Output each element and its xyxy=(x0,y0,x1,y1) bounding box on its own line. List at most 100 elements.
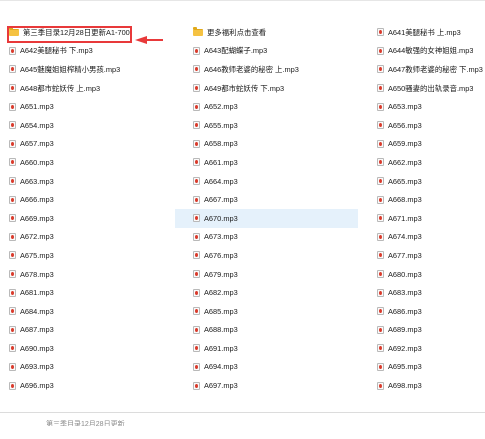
file-item[interactable]: A641美腿秘书 上.mp3 xyxy=(377,23,483,42)
file-row: A642美腿秘书 下.mp3 A643配蝴蝶子.mp3 A644敏强的女神姐姐.mp… xyxy=(0,42,485,61)
file-item[interactable]: A676.mp3 xyxy=(193,246,358,265)
mp3-file-icon xyxy=(9,84,16,93)
file-item[interactable]: A670.mp3 xyxy=(175,208,358,228)
file-name: 更多福利点击查看 xyxy=(207,27,267,37)
mp3-file-icon xyxy=(9,121,16,130)
file-name: A669.mp3 xyxy=(20,213,54,223)
file-item[interactable]: A696.mp3 xyxy=(9,376,173,395)
file-name: A679.mp3 xyxy=(204,269,238,279)
mp3-file-icon xyxy=(193,121,200,130)
file-item[interactable]: A673.mp3 xyxy=(193,228,358,247)
file-item[interactable]: A655.mp3 xyxy=(193,116,358,135)
file-item[interactable]: A681.mp3 xyxy=(9,283,173,302)
file-item[interactable]: A643配蝴蝶子.mp3 xyxy=(193,42,358,61)
file-item[interactable]: A663.mp3 xyxy=(9,172,173,191)
bottom-band: 第三季目录12月28日更新 xyxy=(0,412,485,439)
file-row: A696.mp3 A697.mp3 A698.mp3 xyxy=(0,376,485,395)
file-item[interactable]: A671.mp3 xyxy=(377,209,483,228)
file-name: A667.mp3 xyxy=(204,195,238,205)
file-row: A687.mp3 A688.mp3 A689.mp3 xyxy=(0,321,485,340)
file-item[interactable]: A668.mp3 xyxy=(377,190,483,209)
file-name: A659.mp3 xyxy=(388,139,422,149)
file-item[interactable]: A680.mp3 xyxy=(377,265,483,284)
file-item[interactable]: A694.mp3 xyxy=(193,358,358,377)
file-item[interactable]: A684.mp3 xyxy=(9,302,173,321)
file-item[interactable]: A687.mp3 xyxy=(9,321,173,340)
file-item[interactable]: A642美腿秘书 下.mp3 xyxy=(9,42,173,61)
file-item[interactable]: A654.mp3 xyxy=(9,116,173,135)
file-item[interactable]: A693.mp3 xyxy=(9,358,173,377)
file-item[interactable]: A664.mp3 xyxy=(193,172,358,191)
mp3-file-icon xyxy=(377,381,384,390)
mp3-file-icon xyxy=(377,307,384,316)
file-item[interactable]: A695.mp3 xyxy=(377,358,483,377)
file-item[interactable]: A658.mp3 xyxy=(193,135,358,154)
folder-item[interactable]: 更多福利点击查看 xyxy=(193,23,358,42)
file-item[interactable]: A649都市蛇妖传 下.mp3 xyxy=(193,79,358,98)
file-item[interactable]: A679.mp3 xyxy=(193,265,358,284)
file-item[interactable]: A662.mp3 xyxy=(377,153,483,172)
file-item[interactable]: A685.mp3 xyxy=(193,302,358,321)
file-item[interactable]: A656.mp3 xyxy=(377,116,483,135)
file-item[interactable]: A677.mp3 xyxy=(377,246,483,265)
file-item[interactable]: A672.mp3 xyxy=(9,228,173,247)
file-item[interactable]: A653.mp3 xyxy=(377,97,483,116)
file-item[interactable]: A659.mp3 xyxy=(377,135,483,154)
file-item[interactable]: A674.mp3 xyxy=(377,228,483,247)
mp3-file-icon xyxy=(377,270,384,279)
file-name: A673.mp3 xyxy=(204,232,238,242)
file-name: A641美腿秘书 上.mp3 xyxy=(388,27,461,37)
mp3-file-icon xyxy=(9,65,16,74)
file-item[interactable]: A645魅魔姐姐榨精小男孩.mp3 xyxy=(9,60,173,79)
mp3-file-icon xyxy=(377,214,384,223)
bottom-divider xyxy=(0,412,485,413)
mp3-file-icon xyxy=(377,28,384,37)
file-row: A657.mp3 A658.mp3 A659.mp3 xyxy=(0,135,485,154)
mp3-file-icon xyxy=(193,232,200,241)
file-item[interactable]: A682.mp3 xyxy=(193,283,358,302)
mp3-file-icon xyxy=(193,381,200,390)
file-name: A657.mp3 xyxy=(20,139,54,149)
mp3-file-icon xyxy=(9,344,16,353)
highlight-arrow-head xyxy=(135,36,147,44)
mp3-file-icon xyxy=(193,344,200,353)
file-item[interactable]: A690.mp3 xyxy=(9,339,173,358)
file-item[interactable]: A683.mp3 xyxy=(377,283,483,302)
file-item[interactable]: A647教师老婆的秘密 下.mp3 xyxy=(377,60,483,79)
file-item[interactable]: A648都市蛇妖传 上.mp3 xyxy=(9,79,173,98)
file-item[interactable]: A657.mp3 xyxy=(9,135,173,154)
file-item[interactable]: A651.mp3 xyxy=(9,97,173,116)
mp3-file-icon xyxy=(377,139,384,148)
file-item[interactable]: A686.mp3 xyxy=(377,302,483,321)
file-item[interactable]: A652.mp3 xyxy=(193,97,358,116)
mp3-file-icon xyxy=(377,158,384,167)
file-item[interactable]: A660.mp3 xyxy=(9,153,173,172)
file-name: A678.mp3 xyxy=(20,269,54,279)
file-item[interactable]: A666.mp3 xyxy=(9,190,173,209)
file-item[interactable]: A691.mp3 xyxy=(193,339,358,358)
file-name: A666.mp3 xyxy=(20,195,54,205)
mp3-file-icon xyxy=(193,362,200,371)
file-grid: 第三季目录12月28日更新A1-700 更多福利点击查看 A641美腿秘书 上.mp… xyxy=(0,23,485,395)
file-item[interactable]: A675.mp3 xyxy=(9,246,173,265)
file-item[interactable]: A688.mp3 xyxy=(193,321,358,340)
file-item[interactable]: A646教师老婆的秘密 上.mp3 xyxy=(193,60,358,79)
file-item[interactable]: A650骚妻的出轨录音.mp3 xyxy=(377,79,483,98)
file-item[interactable]: A665.mp3 xyxy=(377,172,483,191)
file-item[interactable]: A678.mp3 xyxy=(9,265,173,284)
file-name: A645魅魔姐姐榨精小男孩.mp3 xyxy=(20,64,121,74)
file-name: A651.mp3 xyxy=(20,102,54,112)
file-item[interactable]: A644敏强的女神姐姐.mp3 xyxy=(377,42,483,61)
file-row: A660.mp3 A661.mp3 A662.mp3 xyxy=(0,153,485,172)
file-item[interactable]: A692.mp3 xyxy=(377,339,483,358)
file-item[interactable]: A698.mp3 xyxy=(377,376,483,395)
file-name: A688.mp3 xyxy=(204,325,238,335)
file-name: A681.mp3 xyxy=(20,288,54,298)
file-row: A684.mp3 A685.mp3 A686.mp3 xyxy=(0,302,485,321)
file-item[interactable]: A689.mp3 xyxy=(377,321,483,340)
file-name: A687.mp3 xyxy=(20,325,54,335)
file-item[interactable]: A669.mp3 xyxy=(9,209,173,228)
file-item[interactable]: A667.mp3 xyxy=(193,190,358,209)
file-item[interactable]: A661.mp3 xyxy=(193,153,358,172)
file-item[interactable]: A697.mp3 xyxy=(193,376,358,395)
